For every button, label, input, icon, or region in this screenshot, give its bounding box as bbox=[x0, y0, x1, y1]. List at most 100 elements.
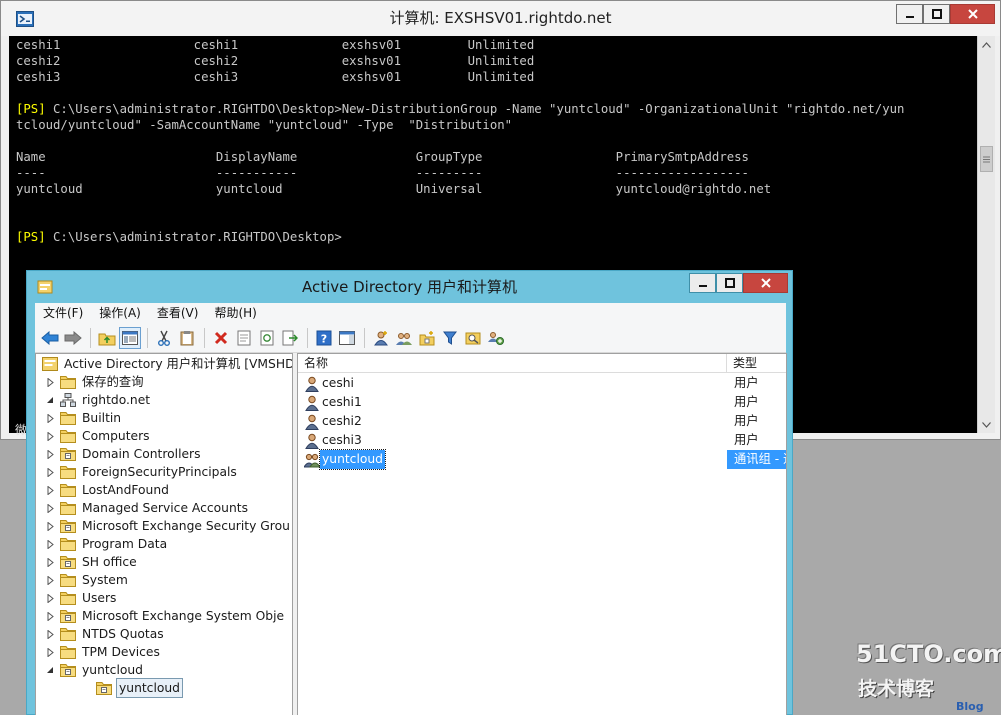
expand-arrow-icon[interactable] bbox=[44, 445, 56, 463]
expand-arrow-icon[interactable] bbox=[44, 373, 56, 391]
new-group-button[interactable] bbox=[393, 327, 415, 349]
expand-arrow-icon[interactable] bbox=[44, 427, 56, 445]
collapse-arrow-icon[interactable] bbox=[44, 661, 56, 679]
expand-arrow-icon[interactable] bbox=[44, 517, 56, 535]
expand-arrow-icon[interactable] bbox=[44, 571, 56, 589]
tree-node-label: Active Directory 用户和计算机 [VMSHDC0 bbox=[64, 357, 293, 371]
collapse-arrow-icon[interactable] bbox=[44, 391, 56, 409]
column-header-name[interactable]: 名称 bbox=[298, 354, 727, 373]
tree-node-label: Microsoft Exchange System Obje bbox=[82, 609, 285, 623]
expand-arrow-icon[interactable] bbox=[44, 463, 56, 481]
aduc-maximize-button[interactable] bbox=[716, 273, 743, 293]
powershell-titlebar[interactable]: 计算机: EXSHSV01.rightdo.net bbox=[1, 1, 1000, 36]
properties-button[interactable] bbox=[233, 327, 255, 349]
help-icon: ? bbox=[316, 330, 332, 345]
console-text: C:\Users\administrator.RIGHTDO\Desktop>N… bbox=[45, 102, 905, 116]
show-action-pane-button[interactable] bbox=[336, 327, 358, 349]
tree-node[interactable]: Active Directory 用户和计算机 [VMSHDC0 bbox=[38, 355, 293, 373]
tree-node-label: 保存的查询 bbox=[82, 375, 144, 389]
list-item[interactable]: yuntcloud 通讯组 - 通 bbox=[298, 449, 786, 470]
menu-file[interactable]: 文件(F) bbox=[35, 303, 91, 323]
expand-arrow-icon[interactable] bbox=[44, 589, 56, 607]
expand-arrow-icon[interactable] bbox=[44, 643, 56, 661]
expand-arrow-icon[interactable] bbox=[44, 535, 56, 553]
console-tree[interactable]: Active Directory 用户和计算机 [VMSHDC0 保存的查询 rig… bbox=[35, 353, 293, 715]
show-hide-tree-button[interactable] bbox=[119, 326, 141, 349]
tree-node[interactable]: System bbox=[44, 571, 130, 589]
new-ou-button[interactable] bbox=[416, 327, 438, 349]
scroll-thumb[interactable] bbox=[980, 146, 993, 172]
menu-action[interactable]: 操作(A) bbox=[91, 303, 149, 323]
toolbar-separator bbox=[307, 327, 308, 348]
arrow-left-icon bbox=[41, 330, 59, 345]
tree-node[interactable]: Managed Service Accounts bbox=[44, 499, 250, 517]
tree-node[interactable]: NTDS Quotas bbox=[44, 625, 166, 643]
new-user-button[interactable] bbox=[370, 327, 392, 349]
tree-node[interactable]: ForeignSecurityPrincipals bbox=[44, 463, 239, 481]
menu-help[interactable]: 帮助(H) bbox=[206, 303, 264, 323]
aduc-minimize-button[interactable] bbox=[689, 273, 716, 293]
refresh-button[interactable] bbox=[256, 327, 278, 349]
list-item[interactable]: ceshi 用户 bbox=[298, 374, 786, 393]
tree-node[interactable]: rightdo.net bbox=[44, 391, 152, 409]
delete-x-icon bbox=[214, 331, 228, 344]
scroll-up-button[interactable] bbox=[978, 36, 995, 53]
powershell-minimize-button[interactable] bbox=[896, 4, 923, 24]
aduc-close-button[interactable] bbox=[743, 273, 788, 293]
tree-node[interactable]: 保存的查询 bbox=[44, 373, 146, 391]
details-list[interactable]: 名称 类型 ceshi 用户 ceshi1 用户 ceshi2 用户 ceshi3 用户 yun… bbox=[297, 353, 787, 715]
up-level-button[interactable] bbox=[96, 327, 118, 349]
find-button[interactable] bbox=[462, 327, 484, 349]
console-text: ---- ----------- --------- -------------… bbox=[16, 166, 749, 180]
expand-arrow-icon[interactable] bbox=[44, 553, 56, 571]
group-icon bbox=[303, 452, 321, 468]
menu-view[interactable]: 查看(V) bbox=[149, 303, 207, 323]
tree-node-label: yuntcloud bbox=[82, 663, 143, 677]
tree-node[interactable]: Microsoft Exchange Security Grou bbox=[44, 517, 292, 535]
column-header-type[interactable]: 类型 bbox=[727, 354, 786, 373]
tree-node[interactable]: Domain Controllers bbox=[44, 445, 203, 463]
powershell-close-button[interactable] bbox=[950, 4, 995, 24]
expand-arrow-icon[interactable] bbox=[44, 499, 56, 517]
copy-button[interactable] bbox=[176, 327, 198, 349]
help-button[interactable]: ? bbox=[313, 327, 335, 349]
folder-icon bbox=[60, 483, 76, 497]
scroll-down-button[interactable] bbox=[978, 416, 995, 433]
add-to-group-button[interactable] bbox=[485, 327, 507, 349]
ou-icon bbox=[60, 609, 76, 623]
list-item[interactable]: ceshi2 用户 bbox=[298, 412, 786, 431]
list-item[interactable]: ceshi1 用户 bbox=[298, 393, 786, 412]
expand-arrow-icon[interactable] bbox=[44, 409, 56, 427]
back-button[interactable] bbox=[39, 327, 61, 349]
tree-node[interactable]: Program Data bbox=[44, 535, 169, 553]
delete-button[interactable] bbox=[210, 327, 232, 349]
tree-node-label: System bbox=[82, 573, 128, 587]
clipboard-icon bbox=[180, 330, 194, 345]
tree-node[interactable]: Builtin bbox=[44, 409, 123, 427]
powershell-scrollbar[interactable] bbox=[977, 36, 995, 433]
expand-arrow-icon[interactable] bbox=[44, 481, 56, 499]
expand-arrow-icon[interactable] bbox=[44, 607, 56, 625]
user-icon bbox=[304, 414, 320, 430]
tree-node[interactable]: yuntcloud bbox=[80, 678, 183, 698]
tree-node[interactable]: Computers bbox=[44, 427, 152, 445]
expand-arrow-icon[interactable] bbox=[44, 625, 56, 643]
minimize-icon bbox=[698, 285, 707, 287]
arrow-up-icon bbox=[982, 41, 991, 48]
tree-node[interactable]: SH office bbox=[44, 553, 139, 571]
tree-node[interactable]: LostAndFound bbox=[44, 481, 171, 499]
cut-button[interactable] bbox=[153, 327, 175, 349]
console-line: [PS] C:\Users\administrator.RIGHTDO\Desk… bbox=[16, 101, 904, 117]
toolbar-separator bbox=[147, 327, 148, 348]
list-item-name: ceshi1 bbox=[322, 395, 362, 409]
list-item[interactable]: ceshi3 用户 bbox=[298, 431, 786, 450]
filter-button[interactable] bbox=[439, 327, 461, 349]
export-list-button[interactable] bbox=[279, 327, 301, 349]
tree-node-label: Computers bbox=[82, 429, 150, 443]
tree-node[interactable]: yuntcloud bbox=[44, 661, 145, 679]
powershell-maximize-button[interactable] bbox=[923, 4, 950, 24]
tree-node[interactable]: Microsoft Exchange System Obje bbox=[44, 607, 286, 625]
tree-node[interactable]: Users bbox=[44, 589, 118, 607]
forward-button[interactable] bbox=[62, 327, 84, 349]
tree-node[interactable]: TPM Devices bbox=[44, 643, 162, 661]
